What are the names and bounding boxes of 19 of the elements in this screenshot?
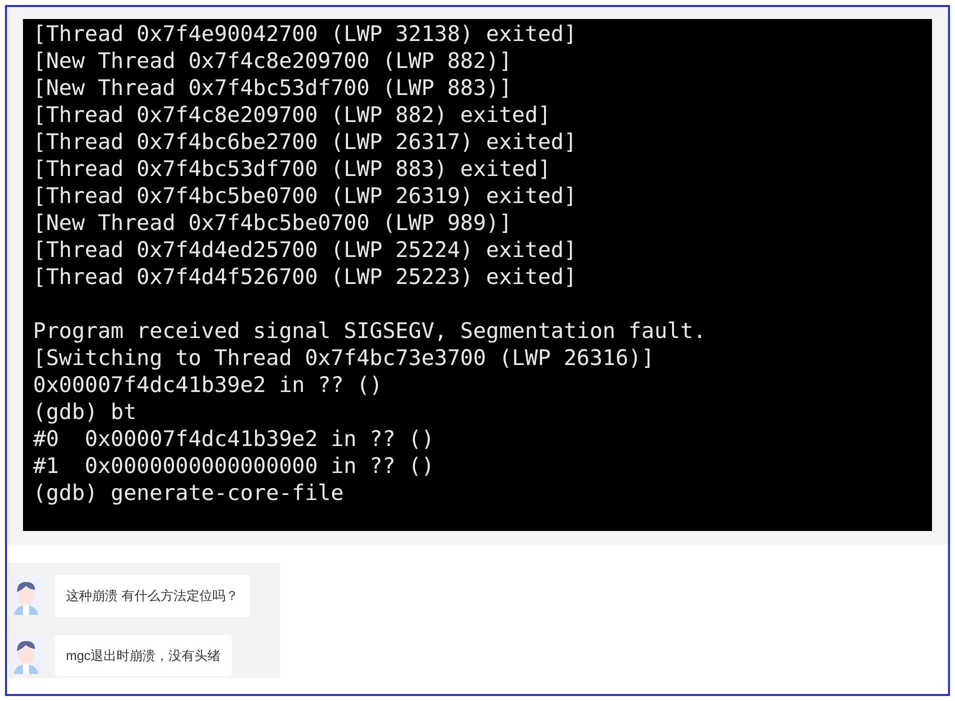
message-bubble: mgc退出时崩溃，没有头绪: [55, 634, 232, 676]
terminal-line: (gdb) generate-core-file: [33, 480, 344, 507]
terminal-line: [Thread 0x7f4bc5be0700 (LWP 26319) exited]: [33, 183, 577, 210]
terminal-line: [Thread 0x7f4d4ed25700 (LWP 25224) exited]: [33, 237, 577, 264]
terminal-line: [Thread 0x7f4d4f526700 (LWP 25223) exited]: [33, 264, 577, 291]
terminal-line: [New Thread 0x7f4bc53df700 (LWP 883)]: [33, 75, 512, 102]
terminal-line: [Thread 0x7f4bc6be2700 (LWP 26317) exited]: [33, 129, 577, 156]
terminal-line: [New Thread 0x7f4c8e209700 (LWP 882)]: [33, 48, 512, 75]
terminal-line: [Thread 0x7f4e90042700 (LWP 32138) exited]: [33, 21, 577, 48]
terminal-line: [Thread 0x7f4c8e209700 (LWP 882) exited]: [33, 102, 551, 129]
terminal-line: [Thread 0x7f4bc53df700 (LWP 883) exited]: [33, 156, 551, 183]
terminal-line: 0x00007f4dc41b39e2 in ?? (): [33, 372, 382, 399]
message-bubble: 这种崩溃 有什么方法定位吗？: [55, 575, 250, 616]
terminal-line: (gdb) bt: [33, 399, 137, 426]
terminal-line: [Switching to Thread 0x7f4bc73e3700 (LWP 26316)]: [33, 345, 654, 372]
terminal-line: #1 0x0000000000000000 in ?? (): [33, 453, 434, 480]
terminal-line: Program received signal SIGSEGV, Segmentation fault.: [33, 318, 706, 345]
terminal-line: #0 0x00007f4dc41b39e2 in ?? (): [33, 426, 434, 453]
terminal-line: [New Thread 0x7f4bc5be0700 (LWP 989)]: [33, 210, 512, 237]
